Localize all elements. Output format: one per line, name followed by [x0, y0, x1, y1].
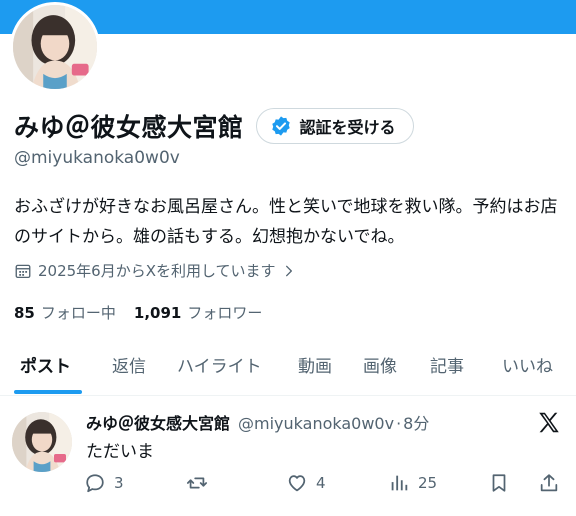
tweet-time[interactable]: 8分 — [403, 410, 429, 434]
tab-articles[interactable]: 記事 — [430, 352, 464, 377]
bookmark-icon — [492, 474, 506, 492]
profile-bio: おふざけが好きなお風呂屋さん。性と笑いで地球を救い隊。予約はお店のサイトから。雄… — [14, 197, 558, 247]
bookmark-button[interactable] — [488, 472, 510, 494]
joined-text: 2025年6月からXを利用しています — [38, 262, 276, 280]
following-count[interactable]: 85 — [14, 304, 35, 322]
display-name: みゆ＠彼女感大宮館 — [14, 113, 244, 142]
tab-images[interactable]: 画像 — [363, 352, 397, 377]
tweet-separator: · — [396, 414, 402, 433]
reply-count: 3 — [114, 474, 124, 492]
joined-date[interactable]: 2025年6月からXを利用しています — [14, 260, 296, 281]
like-button[interactable]: 4 — [286, 472, 326, 494]
tweet-author-handle[interactable]: @miyukanoka0w0v — [238, 414, 394, 433]
profile-avatar[interactable] — [10, 2, 100, 92]
verify-button-label: 認証を受ける — [299, 118, 396, 137]
tab-highlights[interactable]: ハイライト — [177, 352, 262, 377]
follow-stats: 85 フォロー中 1,091 フォロワー — [14, 302, 262, 323]
tab-replies[interactable]: 返信 — [112, 352, 146, 377]
reply-icon — [86, 474, 104, 493]
calendar-icon — [15, 264, 31, 278]
views-button[interactable]: 25 — [388, 472, 437, 494]
following-label[interactable]: フォロー中 — [41, 302, 116, 323]
reply-button[interactable]: 3 — [84, 472, 124, 494]
active-tab-indicator — [14, 390, 82, 394]
avatar-image — [13, 5, 97, 89]
tab-videos[interactable]: 動画 — [298, 352, 332, 377]
retweet-icon — [186, 477, 208, 489]
x-logo-icon[interactable] — [536, 410, 562, 436]
share-button[interactable] — [538, 472, 560, 494]
like-count: 4 — [316, 474, 326, 492]
tweet-author-name[interactable]: みゆ＠彼女感大宮館 — [86, 410, 230, 434]
tweet-header: みゆ＠彼女感大宮館 @miyukanoka0w0v · 8分 — [86, 410, 429, 434]
verify-button[interactable]: 認証を受ける — [255, 108, 414, 144]
heart-icon — [288, 475, 306, 492]
chevron-right-icon — [285, 265, 292, 276]
tweet-avatar-image — [12, 412, 72, 472]
profile-tabs: ポスト 返信 ハイライト 動画 画像 記事 いいね — [0, 346, 576, 396]
verified-badge-icon — [271, 116, 290, 136]
followers-label[interactable]: フォロワー — [187, 302, 262, 323]
tweet-text: ただいま — [86, 442, 154, 462]
tab-likes[interactable]: いいね — [502, 352, 553, 377]
views-count: 25 — [418, 474, 438, 492]
share-icon — [540, 474, 558, 492]
tab-posts[interactable]: ポスト — [20, 352, 71, 377]
tweet-avatar[interactable] — [12, 412, 72, 472]
profile-handle: @miyukanoka0w0v — [14, 148, 180, 168]
followers-count[interactable]: 1,091 — [134, 304, 181, 322]
profile-name-row: みゆ＠彼女感大宮館 認証を受ける — [14, 104, 414, 148]
retweet-button[interactable] — [186, 472, 208, 494]
views-icon — [391, 475, 408, 491]
